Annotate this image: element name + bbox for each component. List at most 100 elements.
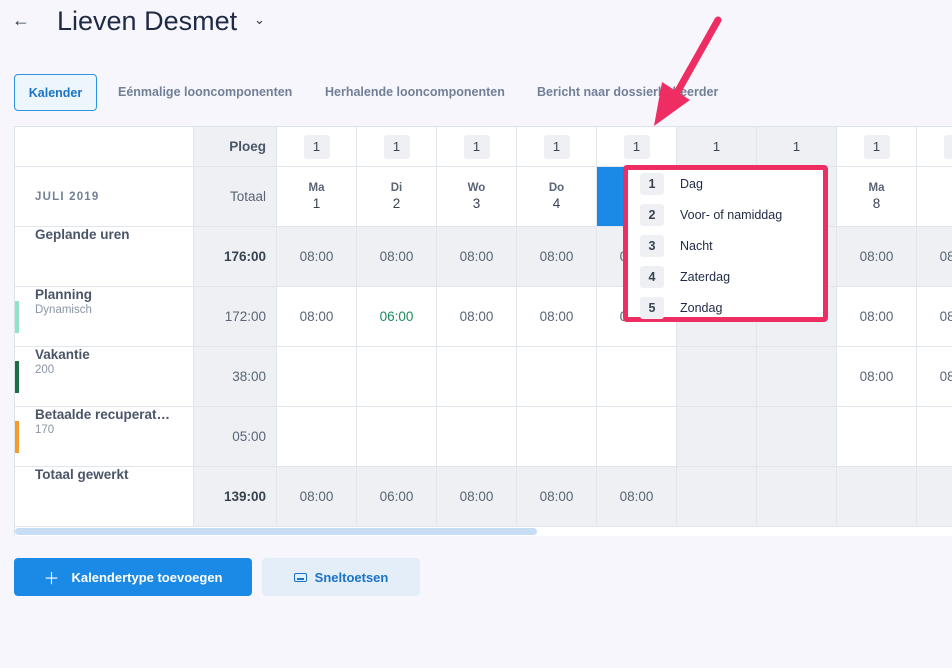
day-header[interactable]: Di 2 [357,167,437,227]
row-subtitle: 170 [35,424,55,436]
ploeg-option[interactable]: 3 Nacht [640,235,713,257]
arrow-left-icon[interactable]: ← [12,10,30,31]
day-cell[interactable]: 08:00 [837,347,917,407]
ploeg-option[interactable]: 4 Zaterdag [640,266,730,288]
add-calendar-type-button[interactable]: ＋ Kalendertype toevoegen [14,558,252,596]
ploeg-option[interactable]: 1 Dag [640,173,703,195]
day-number: 1 [312,196,321,211]
day-name: Do [548,182,565,194]
day-cell[interactable] [597,407,677,467]
day-cell[interactable]: 08:00 [837,227,917,287]
day-cell[interactable]: 08:00 [517,467,597,527]
day-cell[interactable]: 06:00 [357,467,437,527]
day-cell[interactable]: 08:00 [357,227,437,287]
day-cell[interactable]: 08:00 [917,287,952,347]
ploeg-cell: 1 [757,127,837,167]
tab-herhalende-looncomponenten[interactable]: Herhalende looncomponenten [325,74,505,111]
day-cell[interactable] [277,347,357,407]
row-color-bar [15,301,19,333]
day-cell[interactable] [437,347,517,407]
ploeg-option-number: 2 [640,204,664,226]
day-cell[interactable] [437,407,517,467]
day-cell[interactable] [677,407,757,467]
day-name: Ma [868,182,885,194]
day-cell[interactable]: 08:00 [517,227,597,287]
ploeg-option-label: Dag [680,177,703,191]
day-cell[interactable] [357,347,437,407]
ploeg-option-number: 1 [640,173,664,195]
row-title: Geplande uren [35,227,130,242]
shortcuts-button[interactable]: Sneltoetsen [262,558,420,596]
ploeg-option[interactable]: 2 Voor- of namiddag [640,204,782,226]
ploeg-badge[interactable]: 1 [943,134,952,159]
ploeg-badge[interactable]: 1 [383,134,410,159]
day-cell[interactable]: 08:00 [917,227,952,287]
day-cell[interactable] [917,407,952,467]
day-cell[interactable] [837,467,917,527]
ploeg-badge[interactable]: 1 [543,134,570,159]
ploeg-badge[interactable]: 1 [623,134,650,159]
ploeg-option-number: 5 [640,297,664,319]
ploeg-badge[interactable]: 1 [303,134,330,159]
ploeg-badge[interactable]: 1 [463,134,490,159]
ploeg-option[interactable]: 5 Zondag [640,297,722,319]
day-cell[interactable]: 08:00 [437,467,517,527]
day-header[interactable]: Do 4 [517,167,597,227]
day-cell[interactable] [597,347,677,407]
day-cell[interactable] [757,467,837,527]
day-cell[interactable] [757,347,837,407]
day-cell[interactable]: 08:00 [917,347,952,407]
day-header[interactable]: Ma 8 [837,167,917,227]
day-cell[interactable]: 08:00 [517,287,597,347]
day-cell[interactable]: 08:00 [437,227,517,287]
ploeg-option-number: 3 [640,235,664,257]
row-total: 176:00 [194,227,277,287]
ploeg-cell: 1 [597,127,677,167]
row-title: Totaal gewerkt [35,467,129,482]
row-subtitle: Dynamisch [35,304,92,316]
tab-eenmalige-looncomponenten[interactable]: Eénmalige looncomponenten [118,74,292,111]
day-cell[interactable] [837,407,917,467]
tab-kalender[interactable]: Kalender [14,74,97,111]
horizontal-scrollbar[interactable] [15,528,537,535]
day-cell[interactable]: 06:00 [357,287,437,347]
day-cell[interactable] [677,467,757,527]
row-label: Geplande uren [15,227,194,287]
day-cell[interactable]: 08:00 [437,287,517,347]
row-total: 05:00 [194,407,277,467]
keyboard-icon [293,572,307,582]
day-cell[interactable] [517,347,597,407]
row-color-bar [15,361,19,393]
row-total: 139:00 [194,467,277,527]
ploeg-badge[interactable]: 1 [703,134,730,159]
chevron-down-icon[interactable]: ⌄ [254,12,265,28]
ploeg-cell: 1 [357,127,437,167]
day-cell[interactable] [517,407,597,467]
month-label: JULI 2019 [15,167,194,227]
day-cell[interactable] [757,407,837,467]
day-cell[interactable]: 08:00 [277,467,357,527]
ploeg-cell: 1 [677,127,757,167]
ploeg-option-label: Voor- of namiddag [680,208,783,222]
row-title: Betaalde recuperat… [35,407,171,422]
day-name: Di [390,182,403,194]
shortcuts-label: Sneltoetsen [314,569,389,585]
day-header[interactable]: Ma 1 [277,167,357,227]
day-cell[interactable] [357,407,437,467]
ploeg-badge[interactable]: 1 [863,134,890,159]
day-cell[interactable] [277,407,357,467]
day-cell[interactable] [917,467,952,527]
day-name: Ma [308,182,325,194]
ploeg-badge[interactable]: 1 [783,134,810,159]
ploeg-cell: 1 [437,127,517,167]
day-header[interactable]: Wo 3 [437,167,517,227]
day-cell[interactable]: 08:00 [277,227,357,287]
day-cell[interactable] [677,347,757,407]
row-label: Vakantie 200 [15,347,194,407]
ploeg-cell: 1 [277,127,357,167]
day-cell[interactable]: 08:00 [277,287,357,347]
day-cell[interactable]: 08:00 [597,467,677,527]
add-calendar-type-label: Kalendertype toevoegen [71,569,223,585]
day-header[interactable] [917,167,952,227]
day-cell[interactable]: 08:00 [837,287,917,347]
